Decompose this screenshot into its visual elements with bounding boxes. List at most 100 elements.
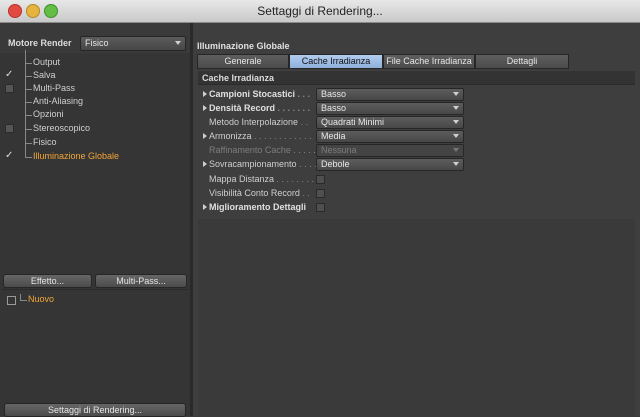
tree-item-output[interactable]: Output: [0, 56, 190, 69]
leader-dots: . . .: [295, 89, 311, 99]
setting-row-metodo-interpolazione: Metodo Interpolazione . . Quadrati Minim…: [203, 116, 473, 129]
setting-label: Campioni Stocastici . . .: [209, 89, 310, 99]
window-title: Settaggi di Rendering...: [257, 4, 383, 18]
preset-item-nuovo[interactable]: Nuovo: [28, 294, 54, 304]
multi-pass-checkbox[interactable]: [5, 84, 14, 93]
campioni-stocastici-select[interactable]: Basso: [316, 88, 464, 101]
title-bar: Settaggi di Rendering...: [0, 0, 640, 23]
tree-branch: [25, 82, 32, 90]
settings-tree: Output ✓ Salva Multi-Pass Anti-Aliasing …: [0, 50, 190, 294]
tree-item-stereoscopico[interactable]: Stereoscopico: [0, 122, 190, 135]
render-engine-label: Motore Render: [8, 38, 72, 48]
select-value: Basso: [321, 89, 347, 99]
setting-row-miglioramento-dettagli: Miglioramento Dettagli: [203, 201, 473, 213]
triangle-expand-icon[interactable]: [203, 105, 207, 111]
setting-row-mappa-distanza: Mappa Distanza . . . . . . . .: [203, 173, 473, 185]
render-engine-select[interactable]: Fisico: [80, 36, 186, 51]
chevron-down-icon: [453, 92, 459, 96]
chevron-down-icon: [175, 41, 181, 45]
setting-label-text: Armonizza: [209, 131, 252, 141]
chevron-down-icon: [453, 120, 459, 124]
visibilita-conto-record-checkbox[interactable]: [316, 189, 325, 198]
select-value: Quadrati Minimi: [321, 117, 385, 127]
render-engine-value: Fisico: [85, 38, 109, 48]
leader-dots: . . . .: [296, 159, 317, 169]
tab-file-cache-irradianza[interactable]: File Cache Irradianza: [383, 54, 475, 69]
setting-row-sovracampionamento: Sovracampionamento . . . . Debole: [203, 158, 473, 171]
tree-item-multi-pass[interactable]: Multi-Pass: [0, 82, 190, 95]
triangle-expand-icon[interactable]: [203, 204, 207, 210]
miglioramento-dettagli-checkbox[interactable]: [316, 203, 325, 212]
chevron-down-icon: [453, 106, 459, 110]
tab-generale[interactable]: Generale: [197, 54, 289, 69]
select-value: Debole: [321, 159, 350, 169]
triangle-expand-icon[interactable]: [203, 133, 207, 139]
tree-item-label: Output: [33, 57, 61, 67]
tree-item-salva[interactable]: ✓ Salva: [0, 69, 190, 82]
settings-empty-area: [198, 219, 635, 416]
chevron-down-icon: [453, 148, 459, 152]
effect-button[interactable]: Effetto...: [3, 274, 92, 288]
tree-item-label: Illuminazione Globale: [33, 151, 120, 161]
metodo-interpolazione-select[interactable]: Quadrati Minimi: [316, 116, 464, 129]
setting-label-text: Mappa Distanza: [209, 174, 275, 184]
chevron-down-icon: [453, 162, 459, 166]
setting-row-visibilita-conto-record: Visibilità Conto Record . .: [203, 187, 473, 199]
setting-label: Sovracampionamento . . . .: [209, 159, 317, 169]
tree-item-label: Opzioni: [33, 109, 64, 119]
select-value: Basso: [321, 103, 347, 113]
setting-row-densita-record: Densità Record . . . . . . . Basso: [203, 102, 473, 115]
raffinamento-cache-select: Nessuna: [316, 144, 464, 157]
render-settings-button[interactable]: Settaggi di Rendering...: [4, 403, 186, 417]
expand-icon[interactable]: [7, 296, 16, 305]
chevron-down-icon: [453, 134, 459, 138]
tab-dettagli[interactable]: Dettagli: [475, 54, 569, 69]
tree-branch: [25, 95, 32, 103]
setting-label: Armonizza . . . . . . . . . . . .: [209, 131, 312, 141]
tree-item-label: Fisico: [33, 137, 57, 147]
setting-label: Visibilità Conto Record . .: [209, 188, 310, 198]
tree-branch: [25, 56, 32, 64]
tree-branch: [20, 294, 27, 301]
setting-row-armonizza: Armonizza . . . . . . . . . . . . Media: [203, 130, 473, 143]
checkbox-box: [5, 124, 14, 133]
settings-detail-pane: Illuminazione Globale Generale Cache Irr…: [193, 23, 640, 416]
section-header: Cache Irradianza: [198, 71, 635, 85]
setting-label-text: Metodo Interpolazione: [209, 117, 299, 127]
tree-item-label: Stereoscopico: [33, 123, 91, 133]
triangle-expand-icon[interactable]: [203, 161, 207, 167]
multipass-button[interactable]: Multi-Pass...: [95, 274, 187, 288]
tree-branch: [25, 108, 32, 116]
settings-navigation-pane: Motore Render Fisico Output ✓ Salva Mult…: [0, 33, 190, 416]
triangle-expand-icon[interactable]: [203, 91, 207, 97]
tree-item-label: Salva: [33, 70, 56, 80]
tree-item-anti-aliasing[interactable]: Anti-Aliasing: [0, 95, 190, 108]
mappa-distanza-checkbox[interactable]: [316, 175, 325, 184]
sovracampionamento-select[interactable]: Debole: [316, 158, 464, 171]
tab-bar: Generale Cache Irradianza File Cache Irr…: [197, 54, 569, 69]
tree-branch: [25, 136, 32, 144]
checkbox-box: [5, 84, 14, 93]
armonizza-select[interactable]: Media: [316, 130, 464, 143]
leader-dots: . . . . .: [290, 145, 316, 155]
stereoscopico-checkbox[interactable]: [5, 124, 14, 133]
tree-item-fisico[interactable]: Fisico: [0, 136, 190, 149]
setting-row-raffinamento-cache: Raffinamento Cache . . . . . Nessuna: [203, 144, 473, 157]
setting-label: Densità Record . . . . . . .: [209, 103, 310, 113]
checkmark-icon[interactable]: ✓: [5, 70, 13, 80]
setting-label-text: Miglioramento Dettagli: [209, 202, 307, 212]
tree-item-illuminazione-globale[interactable]: ✓ Illuminazione Globale: [0, 150, 190, 163]
setting-label-text: Campioni Stocastici: [209, 89, 296, 99]
densita-record-select[interactable]: Basso: [316, 102, 464, 115]
section-title: Cache Irradianza: [202, 73, 275, 83]
checkmark-icon[interactable]: ✓: [5, 151, 13, 161]
leader-dots: . .: [298, 117, 309, 127]
panel-title: Illuminazione Globale: [197, 41, 290, 51]
setting-label: Mappa Distanza . . . . . . . .: [209, 174, 314, 184]
leader-dots: . . . . . . . . . . . .: [251, 131, 312, 141]
setting-row-campioni-stocastici: Campioni Stocastici . . . Basso: [203, 88, 473, 101]
setting-label-text: Visibilità Conto Record: [209, 188, 300, 198]
tab-cache-irradianza[interactable]: Cache Irradianza: [289, 54, 383, 69]
leader-dots: . . . . . . .: [275, 103, 311, 113]
tree-item-opzioni[interactable]: Opzioni: [0, 108, 190, 121]
